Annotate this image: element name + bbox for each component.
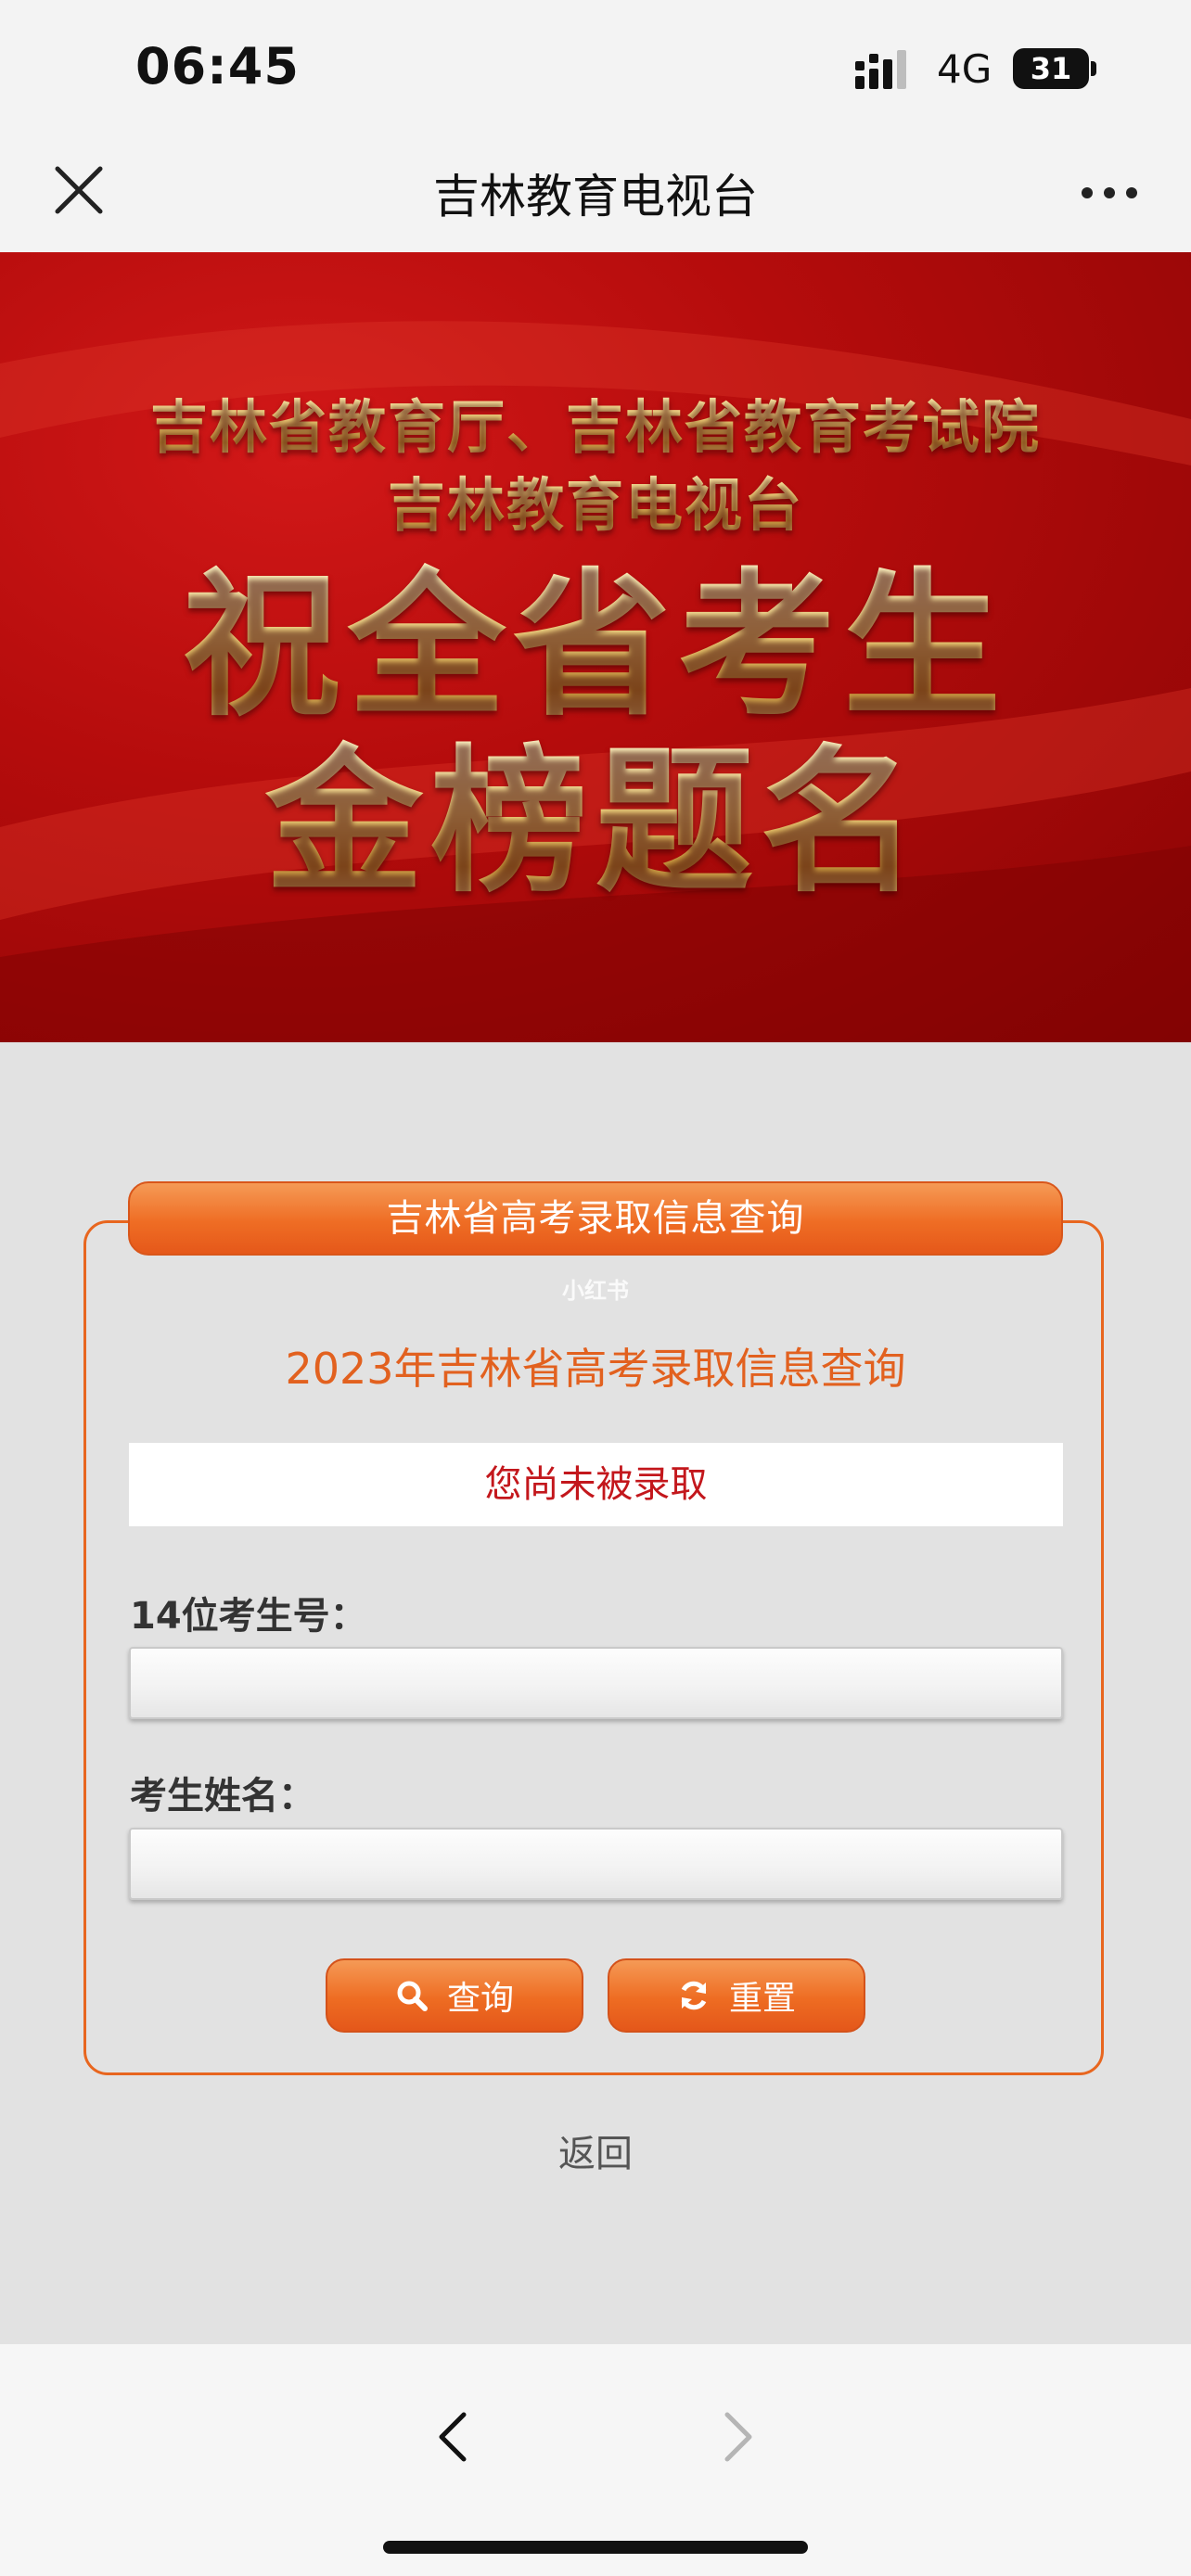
- result-message: 您尚未被录取: [129, 1443, 1063, 1526]
- nav-bar: 吉林教育电视台: [0, 139, 1191, 252]
- signal-icon: [855, 50, 906, 89]
- back-chevron-icon[interactable]: [427, 2409, 482, 2465]
- browser-toolbar: [0, 2344, 1191, 2576]
- search-button-label: 查询: [446, 1980, 514, 2018]
- banner-line-4: 金榜题名: [0, 734, 1191, 911]
- back-link[interactable]: 返回: [0, 2123, 1191, 2177]
- search-button[interactable]: 查询: [326, 1958, 583, 2033]
- reset-button-label: 重置: [728, 1980, 796, 2018]
- reset-button[interactable]: 重置: [608, 1958, 865, 2033]
- candidate-id-input[interactable]: [129, 1647, 1063, 1719]
- banner-line-3: 祝全省考生: [0, 558, 1191, 734]
- watermark: 小红书: [562, 1278, 629, 1304]
- status-time: 06:45: [135, 37, 300, 96]
- card-header: 吉林省高考录取信息查询: [128, 1181, 1063, 1256]
- status-bar: 06:45 4G 31: [0, 0, 1191, 139]
- battery-icon: 31: [1013, 48, 1096, 89]
- refresh-icon: [681, 1981, 707, 2010]
- search-icon: [397, 1981, 428, 2011]
- banner-line-1: 吉林省教育厅、吉林省教育考试院: [0, 380, 1191, 464]
- home-indicator: [383, 2541, 808, 2554]
- candidate-id-label: 14位考生号：: [130, 1595, 367, 1638]
- more-icon[interactable]: [1080, 182, 1139, 204]
- query-title: 2023年吉林省高考录取信息查询: [285, 1344, 906, 1394]
- candidate-name-input[interactable]: [129, 1828, 1063, 1900]
- candidate-name-label: 考生姓名：: [130, 1775, 315, 1817]
- page-title: 吉林教育电视台: [433, 170, 758, 223]
- battery-level: 31: [1013, 48, 1089, 89]
- congratulation-banner: 吉林省教育厅、吉林省教育考试院 吉林教育电视台 祝全省考生 金榜题名: [0, 252, 1191, 1042]
- network-type: 4G: [937, 46, 992, 92]
- forward-chevron-icon[interactable]: [709, 2409, 764, 2465]
- banner-line-2: 吉林教育电视台: [0, 458, 1191, 542]
